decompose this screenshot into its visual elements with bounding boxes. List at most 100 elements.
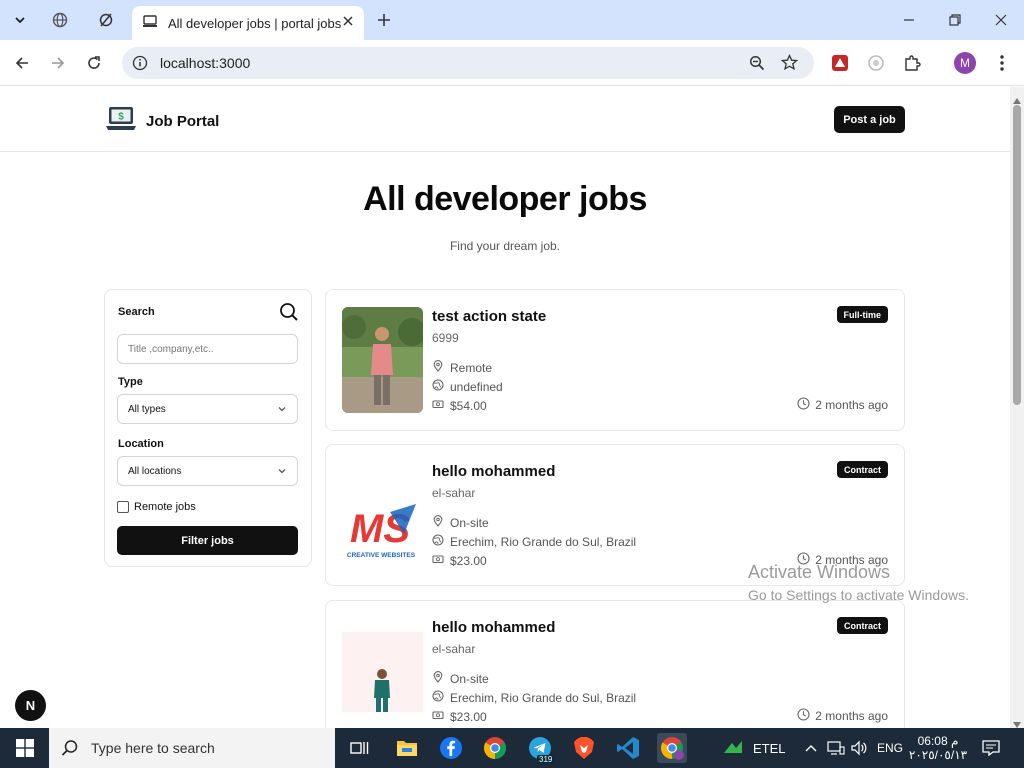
show-hidden-icons-chevron-up-icon[interactable] xyxy=(804,728,818,768)
job-card[interactable]: hello mohammed el-sahar On-site Erechim,… xyxy=(325,600,905,728)
reload-icon[interactable] xyxy=(81,50,107,76)
network-connection-icon[interactable] xyxy=(827,728,845,768)
extension-circle-icon[interactable] xyxy=(863,50,889,76)
job-title[interactable]: hello mohammed xyxy=(432,463,555,480)
input-language[interactable]: ENG xyxy=(877,728,903,768)
remote-jobs-label[interactable]: Remote jobs xyxy=(134,501,196,513)
network-label: ETEL xyxy=(753,740,786,756)
browser-menu-icon[interactable] xyxy=(989,50,1015,76)
svg-text:$: $ xyxy=(118,112,124,123)
brave-icon[interactable] xyxy=(569,733,599,763)
globe-icon xyxy=(432,690,450,705)
forward-arrow-icon[interactable] xyxy=(45,50,71,76)
chevron-down-icon xyxy=(277,466,287,479)
job-salary: $54.00 xyxy=(432,398,487,413)
back-arrow-icon[interactable] xyxy=(9,50,35,76)
posted-time: 2 months ago xyxy=(797,708,888,724)
site-info-icon[interactable] xyxy=(132,55,148,71)
globe-icon xyxy=(432,534,450,549)
windows-start-icon[interactable] xyxy=(10,733,40,763)
profile-avatar[interactable]: M xyxy=(952,50,978,76)
type-select-value: All types xyxy=(128,403,166,415)
job-title[interactable]: test action state xyxy=(432,308,546,325)
extension-red-icon[interactable] xyxy=(827,50,853,76)
company-logo-caption: CREATIVE WEBSITES xyxy=(347,552,416,559)
site-name: Job Portal xyxy=(146,113,220,130)
globe-icon xyxy=(432,379,450,394)
job-title[interactable]: hello mohammed xyxy=(432,619,555,636)
restore-window-icon[interactable] xyxy=(932,0,978,40)
watermark-line2: Go to Settings to activate Windows. xyxy=(748,587,969,603)
company-photo xyxy=(342,307,423,413)
type-label: Type xyxy=(118,376,143,388)
notification-center-icon[interactable] xyxy=(982,728,1000,768)
job-salary: $23.00 xyxy=(432,553,487,568)
job-card[interactable]: test action state 6999 Remote undefined … xyxy=(325,289,905,431)
bookmark-star-icon[interactable] xyxy=(780,53,799,76)
type-select[interactable]: All types xyxy=(117,394,298,424)
network-tray[interactable]: ETEL xyxy=(722,728,786,768)
telegram-icon[interactable]: 319 xyxy=(525,733,555,764)
remote-jobs-checkbox[interactable] xyxy=(117,501,129,513)
company-name: el-sahar xyxy=(432,486,476,500)
close-window-icon[interactable] xyxy=(978,0,1024,40)
banknote-icon xyxy=(432,398,450,413)
clock-icon xyxy=(797,397,815,413)
location-select-value: All locations xyxy=(128,465,182,477)
site-header: $ Job Portal Post a job xyxy=(0,87,1010,152)
close-tab-icon[interactable] xyxy=(342,14,354,32)
activate-windows-watermark: Activate Windows Go to Settings to activ… xyxy=(748,562,969,603)
company-logo: MS CREATIVE WEBSITES xyxy=(342,462,423,568)
location-type-text: On-site xyxy=(450,671,489,686)
posted-time: 2 months ago xyxy=(797,397,888,413)
map-pin-icon xyxy=(432,360,450,375)
facebook-icon[interactable] xyxy=(436,733,466,763)
taskbar-search-placeholder: Type here to search xyxy=(91,740,215,756)
filter-jobs-button[interactable]: Filter jobs xyxy=(117,526,298,555)
network-signal-icon xyxy=(722,739,744,758)
site-logo[interactable]: $ Job Portal xyxy=(105,105,219,138)
post-job-button[interactable]: Post a job xyxy=(834,106,905,133)
location-text: Erechim, Rio Grande do Sul, Brazil xyxy=(450,534,637,549)
minimize-window-icon[interactable] xyxy=(886,0,932,40)
address-bar[interactable]: localhost:3000 xyxy=(122,47,814,79)
search-icon xyxy=(61,739,79,757)
job-location-type: On-site xyxy=(432,515,489,530)
location-select[interactable]: All locations xyxy=(117,456,298,486)
nextjs-dev-indicator[interactable]: N xyxy=(15,690,46,721)
vscode-icon[interactable] xyxy=(613,733,643,763)
windows-taskbar: Type here to search 319 ETEL ENG 06:08 م… xyxy=(0,728,1024,768)
map-pin-icon xyxy=(432,515,450,530)
banknote-icon xyxy=(432,553,450,568)
pinned-tab-app-icon[interactable] xyxy=(92,6,120,34)
extensions-puzzle-icon[interactable] xyxy=(899,50,925,76)
taskbar-search-box[interactable]: Type here to search xyxy=(49,728,335,768)
company-name: 6999 xyxy=(432,331,459,345)
volume-icon[interactable] xyxy=(850,728,868,768)
new-tab-plus-icon[interactable] xyxy=(370,6,398,34)
telegram-unread-count: 319 xyxy=(537,755,555,764)
search-label: Search xyxy=(118,306,155,318)
location-text: undefined xyxy=(450,379,503,394)
job-salary: $23.00 xyxy=(432,709,487,724)
chrome-icon[interactable] xyxy=(480,733,510,763)
chevron-down-icon xyxy=(277,404,287,417)
scrollbar-thumb[interactable] xyxy=(1013,105,1021,405)
location-label: Location xyxy=(118,438,164,450)
active-tab[interactable]: All developer jobs | portal jobs xyxy=(132,6,364,40)
browser-toolbar: localhost:3000 M xyxy=(0,40,1024,86)
location-type-text: Remote xyxy=(450,360,493,375)
pinned-tab-globe-icon[interactable] xyxy=(46,6,74,34)
file-explorer-icon[interactable] xyxy=(392,733,422,763)
task-view-icon[interactable] xyxy=(345,733,375,763)
zoom-icon[interactable] xyxy=(749,55,765,76)
salary-text: $54.00 xyxy=(450,398,487,413)
salary-text: $23.00 xyxy=(450,553,487,568)
tab-search-chevron-icon[interactable] xyxy=(6,6,34,34)
job-location: undefined xyxy=(432,379,503,394)
chrome-active-window-icon[interactable] xyxy=(657,733,687,763)
salary-text: $23.00 xyxy=(450,709,487,724)
clock[interactable]: 06:08 م ٢٠٢٥/٠٥/١٣ xyxy=(908,728,968,768)
page-scrollbar[interactable] xyxy=(1010,87,1024,728)
search-input[interactable]: Title ,company,etc.. xyxy=(117,334,298,364)
